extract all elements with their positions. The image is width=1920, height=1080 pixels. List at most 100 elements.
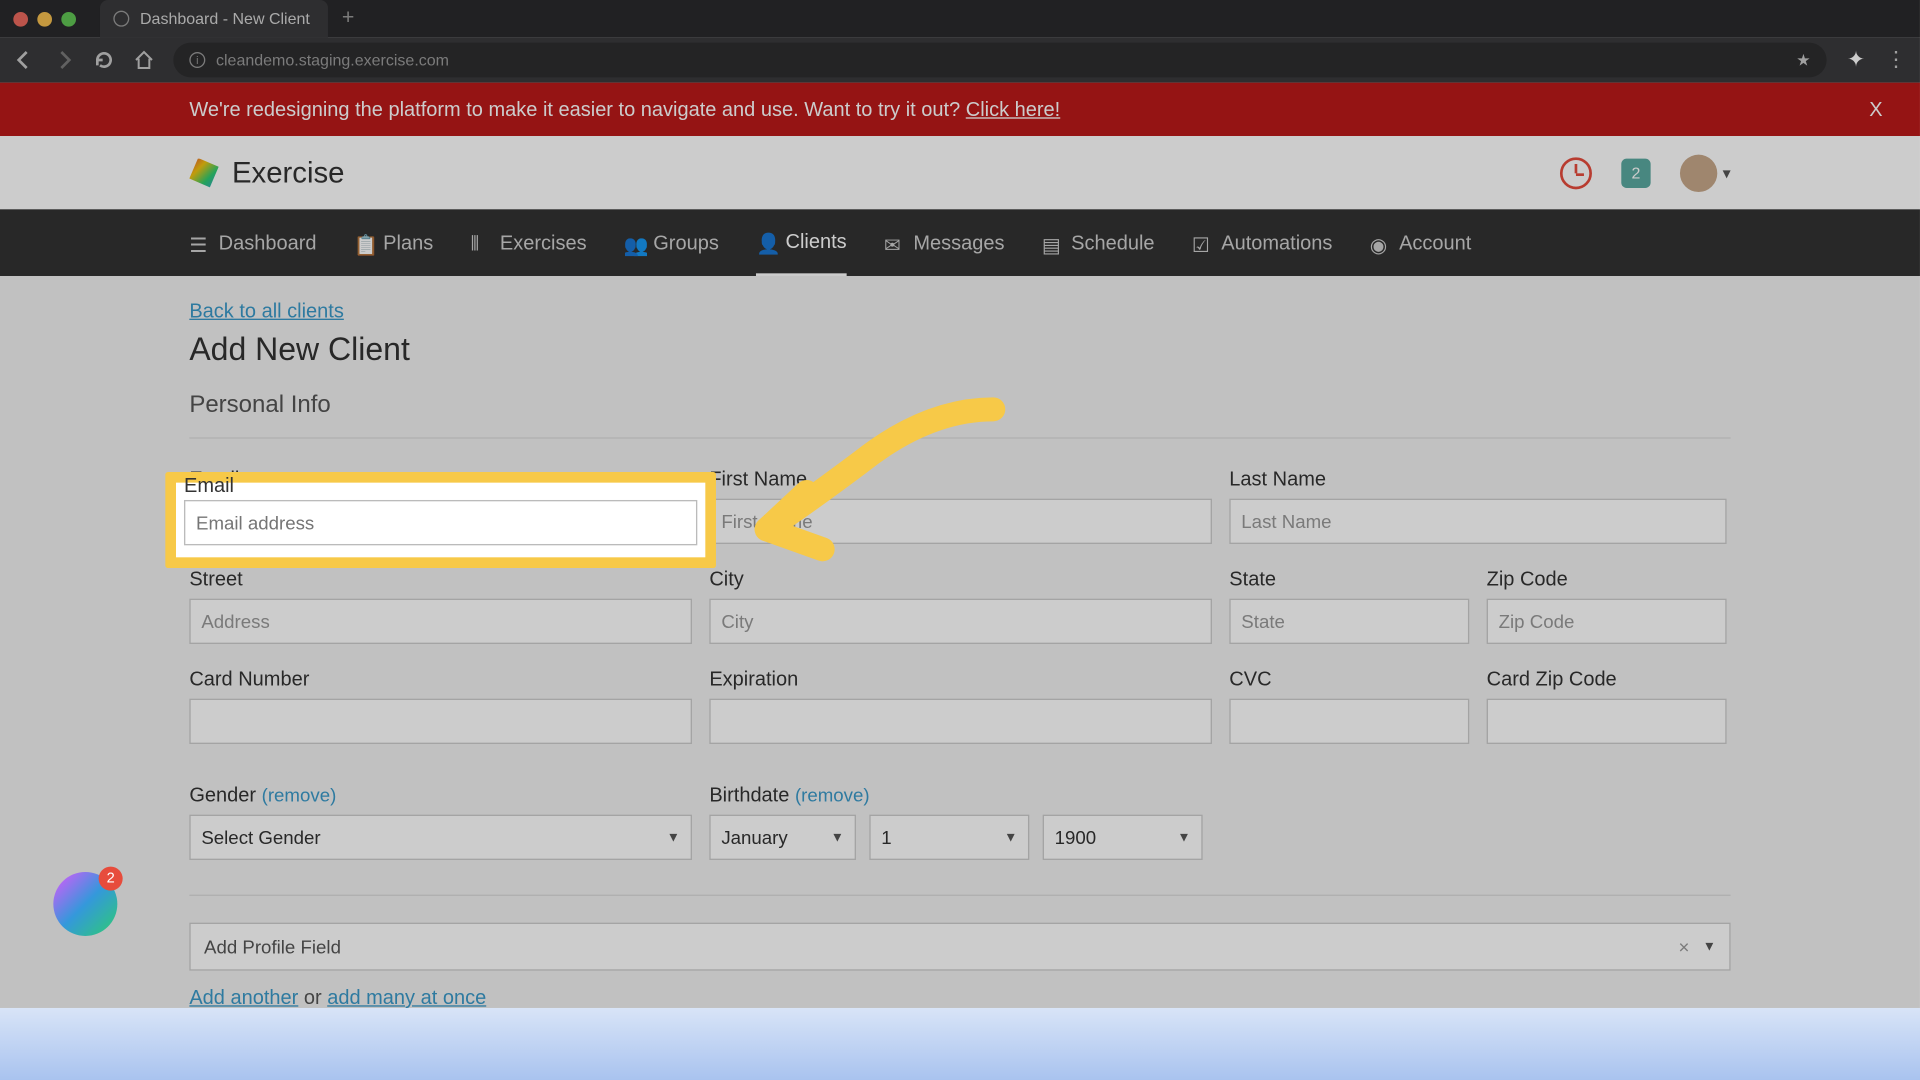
list-icon: ☰ — [189, 233, 208, 252]
globe-icon — [113, 11, 129, 27]
bottom-gradient — [0, 1008, 1920, 1080]
url-text: cleandemo.staging.exercise.com — [216, 51, 449, 70]
street-input[interactable] — [189, 599, 692, 644]
last-name-label: Last Name — [1229, 468, 1726, 491]
nav-label: Messages — [913, 231, 1004, 254]
nav-label: Clients — [786, 230, 847, 253]
browser-toolbar: i cleandemo.staging.exercise.com ★ ✦ ⋮ — [0, 37, 1920, 82]
birthdate-year-select[interactable]: 1900▼ — [1043, 815, 1203, 860]
chevron-down-icon: ▼ — [667, 830, 680, 845]
card-zip-field-wrap: Card Zip Code — [1487, 668, 1727, 744]
nav-label: Dashboard — [219, 231, 317, 254]
announcement-banner: We're redesigning the platform to make i… — [0, 83, 1920, 136]
back-to-clients-link[interactable]: Back to all clients — [189, 300, 344, 323]
banner-close-button[interactable]: X — [1869, 98, 1882, 121]
nav-forward-icon[interactable] — [53, 49, 74, 70]
add-profile-label: Add Profile Field — [204, 936, 341, 957]
card-number-label: Card Number — [189, 668, 692, 691]
window-maximize-icon[interactable] — [61, 11, 76, 26]
card-number-input[interactable] — [189, 699, 692, 744]
street-field-wrap: Street — [189, 568, 692, 644]
chevron-down-icon: ▼ — [831, 830, 844, 845]
browser-tab[interactable]: Dashboard - New Client — [100, 0, 329, 37]
notification-badge[interactable]: 2 — [1621, 158, 1650, 187]
browser-tab-bar: Dashboard - New Client + — [0, 0, 1920, 37]
cvc-field-wrap: CVC — [1229, 668, 1469, 744]
last-name-input[interactable] — [1229, 499, 1726, 544]
new-tab-button[interactable]: + — [342, 7, 354, 31]
clear-icon[interactable]: × — [1678, 936, 1689, 957]
expiration-input[interactable] — [709, 699, 1212, 744]
brand-logo-icon — [189, 158, 218, 187]
page-title: Add New Client — [189, 332, 1730, 369]
chevron-down-icon: ▼ — [1004, 830, 1017, 845]
tab-title: Dashboard - New Client — [140, 9, 310, 28]
avatar — [1680, 154, 1717, 191]
clipboard-icon: 📋 — [354, 233, 373, 252]
gender-label: Gender (remove) — [189, 784, 692, 807]
nav-home-icon[interactable] — [133, 49, 154, 70]
user-circle-icon: ◉ — [1370, 233, 1389, 252]
address-bar[interactable]: i cleandemo.staging.exercise.com ★ — [173, 43, 1826, 78]
card-number-field-wrap: Card Number — [189, 668, 692, 744]
callout-arrow-icon — [727, 396, 1034, 596]
nav-label: Exercises — [500, 231, 587, 254]
nav-schedule[interactable]: ▤ Schedule — [1042, 209, 1155, 276]
clock-icon[interactable] — [1560, 157, 1592, 189]
highlight-email-input[interactable] — [184, 499, 697, 544]
nav-clients[interactable]: 👤 Clients — [756, 209, 846, 276]
user-icon: 👤 — [756, 232, 775, 251]
zip-field-wrap: Zip Code — [1487, 568, 1727, 644]
state-input[interactable] — [1229, 599, 1469, 644]
expiration-label: Expiration — [709, 668, 1212, 691]
nav-dashboard[interactable]: ☰ Dashboard — [189, 209, 316, 276]
cvc-input[interactable] — [1229, 699, 1469, 744]
card-zip-input[interactable] — [1487, 699, 1727, 744]
birthdate-field-wrap: Birthdate (remove) January▼ 1▼ 1900▼ — [709, 784, 1469, 860]
birthdate-remove-link[interactable]: (remove) — [795, 784, 870, 805]
city-input[interactable] — [709, 599, 1212, 644]
window-close-icon[interactable] — [13, 11, 28, 26]
chevron-down-icon: ▼ — [1703, 939, 1716, 954]
nav-exercises[interactable]: ⦀Exercises — [471, 209, 587, 276]
nav-messages[interactable]: ✉ Messages — [884, 209, 1004, 276]
banner-text: We're redesigning the platform to make i… — [189, 98, 965, 121]
nav-plans[interactable]: 📋 Plans — [354, 209, 433, 276]
extensions-icon[interactable]: ✦ — [1845, 49, 1866, 70]
add-many-link[interactable]: add many at once — [327, 987, 486, 1010]
last-name-field-wrap: Last Name — [1229, 468, 1726, 544]
browser-menu-icon[interactable]: ⋮ — [1885, 49, 1906, 70]
nav-reload-icon[interactable] — [93, 49, 114, 70]
birthdate-month-select[interactable]: January▼ — [709, 815, 856, 860]
nav-groups[interactable]: 👥Groups — [624, 209, 719, 276]
card-zip-label: Card Zip Code — [1487, 668, 1727, 691]
highlight-email-label: Email — [184, 474, 697, 497]
book-icon: ▤ — [1042, 233, 1061, 252]
state-field-wrap: State — [1229, 568, 1469, 644]
envelope-icon: ✉ — [884, 233, 903, 252]
user-menu[interactable]: ▾ — [1680, 154, 1731, 191]
banner-link[interactable]: Click here! — [966, 98, 1060, 121]
add-profile-field-select[interactable]: Add Profile Field × ▼ — [189, 923, 1730, 971]
state-label: State — [1229, 568, 1469, 591]
expiration-field-wrap: Expiration — [709, 668, 1212, 744]
nav-automations[interactable]: ☑Automations — [1192, 209, 1333, 276]
birthdate-day-select[interactable]: 1▼ — [869, 815, 1029, 860]
birthdate-label: Birthdate (remove) — [709, 784, 1469, 807]
nav-account[interactable]: ◉Account — [1370, 209, 1472, 276]
zip-label: Zip Code — [1487, 568, 1727, 591]
nav-label: Plans — [383, 231, 433, 254]
bookmark-star-icon[interactable]: ★ — [1796, 51, 1810, 70]
help-widget[interactable] — [53, 872, 117, 936]
site-info-icon[interactable]: i — [189, 52, 205, 68]
window-minimize-icon[interactable] — [37, 11, 52, 26]
brand[interactable]: Exercise — [189, 155, 344, 190]
nav-back-icon[interactable] — [13, 49, 34, 70]
nav-label: Schedule — [1071, 231, 1154, 254]
gender-remove-link[interactable]: (remove) — [262, 784, 337, 805]
add-another-link[interactable]: Add another — [189, 987, 298, 1010]
divider — [189, 895, 1730, 896]
gender-field-wrap: Gender (remove) Select Gender ▼ — [189, 784, 692, 860]
zip-input[interactable] — [1487, 599, 1727, 644]
gender-select[interactable]: Select Gender ▼ — [189, 815, 692, 860]
